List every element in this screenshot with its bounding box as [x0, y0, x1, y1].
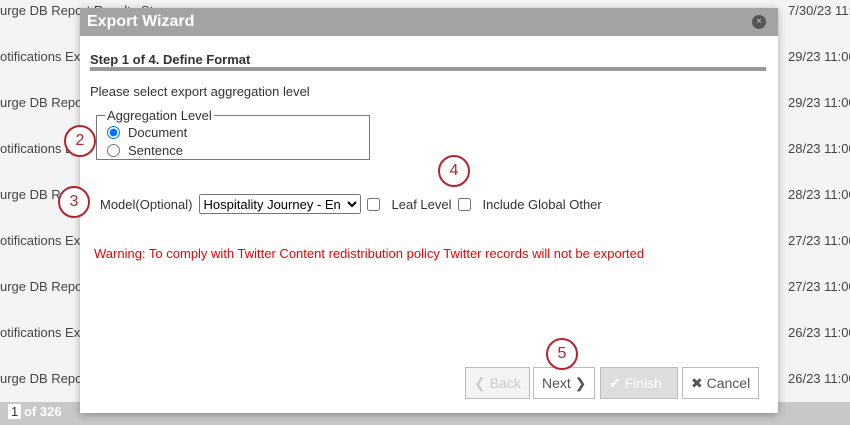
row-date: 27/23 11:00	[788, 279, 850, 294]
export-wizard-dialog: Export Wizard × Step 1 of 4. Define Form…	[80, 8, 778, 413]
page-count: of 326	[24, 404, 62, 419]
finish-button[interactable]: ✔ Finish	[600, 367, 678, 399]
radio-sentence-input[interactable]	[107, 143, 120, 157]
row-name: urge DB Report	[0, 279, 91, 294]
page-input[interactable]: 1	[8, 404, 22, 419]
radio-document-input[interactable]	[107, 125, 120, 139]
row-date: 29/23 11:00	[788, 95, 850, 110]
close-icon[interactable]: ×	[752, 15, 766, 29]
twitter-warning: Warning: To comply with Twitter Content …	[94, 246, 645, 261]
include-global-other-checkbox[interactable]	[457, 197, 471, 211]
row-date: 28/23 11:00	[788, 141, 850, 156]
radio-sentence[interactable]: Sentence	[105, 141, 361, 159]
row-name: urge DB Report	[0, 95, 91, 110]
step-progress-bar	[90, 67, 766, 71]
prompt-text: Please select export aggregation level	[90, 84, 310, 99]
row-date: 29/23 11:00	[788, 49, 850, 64]
callout-badge: 4	[438, 155, 470, 187]
radio-document[interactable]: Document	[105, 123, 361, 141]
next-button[interactable]: Next ❯	[533, 367, 596, 399]
model-select[interactable]: Hospitality Journey - En	[198, 194, 361, 214]
radio-label: Sentence	[128, 142, 183, 158]
step-heading: Step 1 of 4. Define Format	[90, 52, 251, 67]
cancel-button[interactable]: ✖ Cancel	[682, 367, 760, 399]
row-date: 26/23 11:00	[788, 325, 850, 340]
aggregation-level-group: Aggregation Level Document Sentence	[96, 108, 370, 160]
radio-label: Document	[128, 124, 188, 140]
leaf-level-checkbox[interactable]	[366, 197, 380, 211]
dialog-title: Export Wizard	[80, 8, 778, 36]
row-date: 7/30/23 11:00	[788, 3, 850, 18]
row-date: 26/23 11:00	[788, 371, 850, 386]
model-label: Model(Optional)	[100, 196, 193, 212]
include-global-other-label: Include Global Other	[482, 196, 602, 212]
row-date: 28/23 11:00	[788, 187, 850, 202]
callout-badge: 2	[64, 125, 96, 157]
row-name: urge DB Report	[0, 371, 91, 386]
callout-badge: 5	[546, 338, 578, 370]
model-row: Model(Optional) Hospitality Journey - En…	[100, 194, 602, 214]
back-button[interactable]: ❮ Back	[465, 367, 530, 399]
leaf-level-label: Leaf Level	[391, 196, 452, 212]
row-date: 27/23 11:00	[788, 233, 850, 248]
aggregation-legend: Aggregation Level	[107, 108, 212, 123]
callout-badge: 3	[58, 186, 90, 218]
